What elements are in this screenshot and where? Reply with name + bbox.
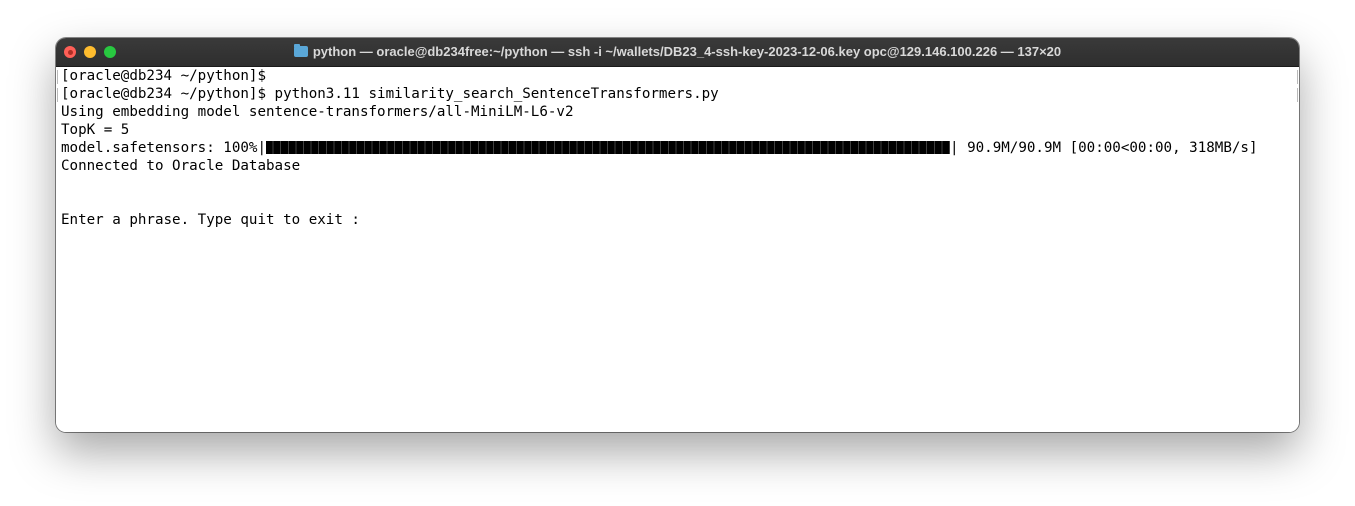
terminal-line-connected: Connected to Oracle Database	[61, 158, 301, 174]
progress-suffix: | 90.9M/90.9M [00:00<00:00, 318MB/s]	[950, 140, 1258, 156]
title-bar[interactable]: python — oracle@db234free:~/python — ssh…	[56, 38, 1299, 67]
line-mark-left-1	[57, 70, 60, 84]
line-mark-right-1	[1295, 70, 1298, 84]
line-mark-right-2	[1295, 88, 1298, 102]
window-title: python — oracle@db234free:~/python — ssh…	[312, 44, 1062, 59]
terminal-line-progress: model.safetensors: 100%| | 90.9M/90.9M [0…	[61, 139, 1258, 157]
terminal-line-prompt-1: [oracle@db234 ~/python]$	[61, 68, 266, 84]
terminal-line-command: [oracle@db234 ~/python]$ python3.11 simi…	[61, 86, 719, 102]
line-mark-left-2	[57, 88, 60, 102]
terminal-line-input-prompt: Enter a phrase. Type quit to exit :	[61, 212, 360, 228]
window-title-container: python — oracle@db234free:~/python — ssh…	[56, 38, 1299, 66]
download-progress-bar	[266, 141, 950, 154]
folder-icon	[293, 44, 308, 57]
terminal-line-topk: TopK = 5	[61, 122, 130, 138]
progress-prefix: model.safetensors: 100%|	[61, 140, 266, 156]
terminal-line-embedding-model: Using embedding model sentence-transform…	[61, 104, 574, 120]
terminal-window: python — oracle@db234free:~/python — ssh…	[56, 38, 1299, 432]
terminal-output[interactable]: [oracle@db234 ~/python]$ [oracle@db234 ~…	[56, 67, 1299, 432]
